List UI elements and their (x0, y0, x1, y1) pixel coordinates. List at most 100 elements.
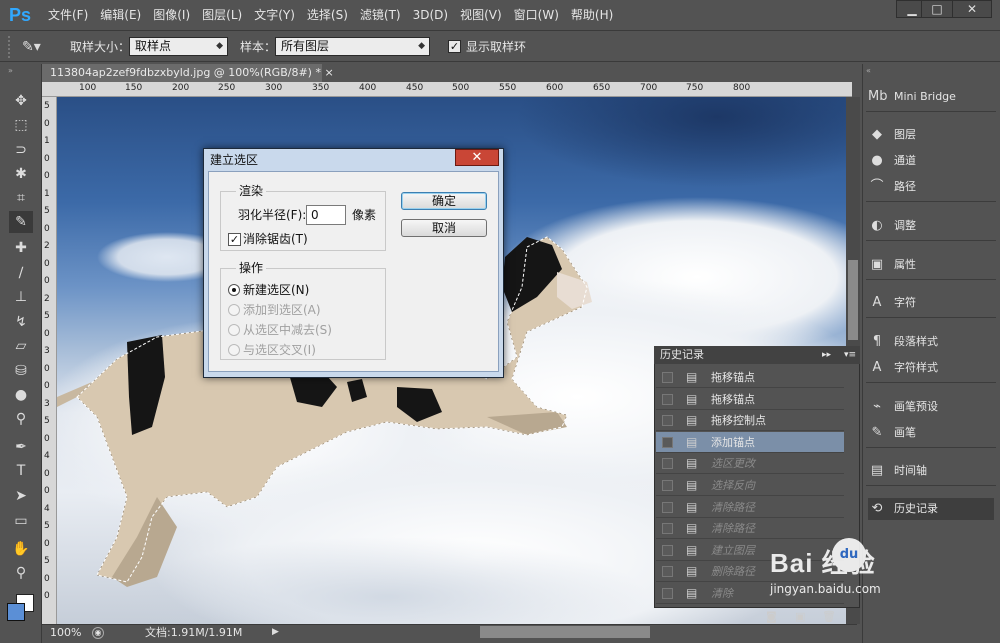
panel-button-timeline[interactable]: ▤ 时间轴 (868, 460, 994, 482)
brush-tool-icon[interactable]: ∕ (9, 262, 33, 284)
crop-tool-icon[interactable]: ⌗ (9, 187, 33, 209)
feather-label: 羽化半径(F): (238, 208, 307, 222)
path-selection-tool-icon[interactable]: ➤ (9, 485, 33, 507)
history-brush-tool-icon[interactable]: ↯ (9, 311, 33, 333)
panel-button-paragraph-styles[interactable]: ¶ 段落样式 (868, 331, 994, 353)
history-checkbox[interactable] (662, 544, 673, 556)
sample-select[interactable]: 所有图层 ◆ (275, 37, 430, 56)
operation-radio[interactable] (228, 304, 240, 316)
history-checkbox[interactable] (662, 480, 673, 491)
history-checkbox[interactable] (662, 566, 673, 578)
healing-brush-tool-icon[interactable]: ✚ (9, 237, 33, 259)
menu-item[interactable]: 文件(F) (42, 0, 94, 31)
history-snapshot-icon[interactable]: ◙ (766, 610, 777, 623)
status-info-icon[interactable]: ◉ (92, 627, 104, 639)
zoom-tool-icon[interactable]: ⚲ (9, 562, 33, 584)
panel-button-properties[interactable]: ▣ 属性 (868, 254, 994, 276)
type-tool-icon[interactable]: T (9, 460, 33, 482)
history-checkbox[interactable] (662, 372, 673, 383)
history-item[interactable]: ▤ 清除路径 (656, 497, 844, 518)
history-item[interactable]: ▤ 选区更改 (656, 453, 844, 475)
dock-collapse-icon[interactable]: « (866, 66, 871, 75)
vertical-scroll-thumb[interactable] (848, 260, 858, 340)
blur-tool-icon[interactable]: ● (9, 384, 33, 406)
menu-item[interactable]: 滤镜(T) (354, 0, 407, 31)
menu-item[interactable]: 3D(D) (407, 0, 454, 31)
menu-item[interactable]: 编辑(E) (94, 0, 147, 31)
history-panel-title[interactable]: 历史记录 (660, 346, 704, 364)
history-checkbox[interactable] (662, 501, 673, 513)
history-item[interactable]: ▤ 添加锚点 (656, 431, 844, 453)
lasso-tool-icon[interactable]: ⊃ (9, 139, 33, 161)
hand-tool-icon[interactable]: ✋ (9, 538, 33, 560)
panel-button-mini-bridge[interactable]: Mb Mini Bridge (868, 86, 994, 108)
zoom-level[interactable]: 100% (50, 624, 81, 642)
feather-radius-input[interactable]: 0 (306, 205, 346, 225)
collapse-icon[interactable]: ▸▸ (822, 346, 831, 364)
foreground-color-swatch[interactable] (7, 603, 25, 621)
panel-button-brush[interactable]: ✎ 画笔 (868, 422, 994, 444)
paint-bucket-tool-icon[interactable]: ⛁ (9, 360, 33, 382)
dodge-tool-icon[interactable]: ⚲ (9, 408, 33, 430)
history-checkbox[interactable] (662, 393, 673, 405)
rectangle-tool-icon[interactable]: ▭ (9, 510, 33, 532)
horizontal-scroll-thumb[interactable] (480, 626, 650, 638)
panel-button-character[interactable]: A 字符 (868, 292, 994, 314)
menu-item[interactable]: 帮助(H) (565, 0, 619, 31)
panel-button-layers[interactable]: ◆ 图层 (868, 124, 994, 146)
options-grip[interactable] (8, 36, 13, 58)
magic-wand-tool-icon[interactable]: ✱ (9, 163, 33, 185)
marquee-tool-icon[interactable]: ⬚ (9, 114, 33, 136)
eraser-tool-icon[interactable]: ▱ (9, 335, 33, 357)
move-tool-icon[interactable]: ✥ (9, 90, 33, 112)
close-window-button[interactable]: ✕ (952, 0, 992, 18)
toolbox-collapse-icon[interactable]: » (8, 66, 13, 75)
menu-item[interactable]: 图层(L) (196, 0, 248, 31)
panel-button-channels[interactable]: ● 通道 (868, 150, 994, 172)
history-checkbox[interactable] (662, 436, 673, 448)
history-state-icon: ▤ (686, 434, 698, 449)
panel-button-adjustments[interactable]: ◐ 调整 (868, 215, 994, 237)
history-delete-icon[interactable]: 🗑 (822, 610, 836, 623)
panel-button-brush-presets[interactable]: ⌁ 画笔预设 (868, 396, 994, 418)
history-item[interactable]: ▤ 拖移锚点 (656, 367, 844, 388)
history-item[interactable]: ▤ 清除路径 (656, 518, 844, 540)
menu-item[interactable]: 视图(V) (454, 0, 508, 31)
panel-menu-icon[interactable]: ▾≡ (844, 346, 856, 364)
sample-size-select[interactable]: 取样点 ◆ (129, 37, 228, 56)
history-new-document-icon[interactable]: ▣ (795, 610, 805, 623)
show-ring-checkbox[interactable]: ✓ (448, 40, 461, 53)
ruler-tick-label: 1 (44, 136, 50, 146)
panel-button-paths[interactable]: ⌒ 路径 (868, 176, 994, 198)
operation-radio[interactable] (228, 344, 240, 356)
menu-item[interactable]: 文字(Y) (248, 0, 301, 31)
eyedropper-preset-icon[interactable]: ✎▾ (22, 38, 46, 56)
maximize-button[interactable]: □ (921, 0, 953, 18)
operation-radio[interactable] (228, 324, 240, 336)
ok-button[interactable]: 确定 (401, 192, 487, 210)
pen-tool-icon[interactable]: ✒ (9, 436, 33, 458)
menu-item[interactable]: 选择(S) (301, 0, 354, 31)
panel-button-history[interactable]: ⟲ 历史记录 (868, 498, 994, 520)
antialias-checkbox[interactable]: ✓ (228, 233, 241, 246)
cancel-button[interactable]: 取消 (401, 219, 487, 237)
menu-item[interactable]: 窗口(W) (508, 0, 565, 31)
history-checkbox[interactable] (662, 415, 673, 427)
status-menu-arrow-icon[interactable]: ▶ (272, 627, 279, 637)
history-item[interactable]: ▤ 选择反向 (656, 475, 844, 496)
ruler-tick-label: 650 (593, 83, 611, 93)
document-tab[interactable]: 113804ap2zef9fdbzxbyld.jpg @ 100%(RGB/8#… (42, 64, 334, 82)
history-item[interactable]: ▤ 拖移锚点 (656, 389, 844, 410)
history-checkbox[interactable] (662, 458, 673, 470)
menu-items: 文件(F) 编辑(E) 图像(I) 图层(L) 文字(Y) 选择(S) 滤镜(T) 3D(D)… (42, 0, 619, 31)
history-checkbox[interactable] (662, 523, 673, 535)
menu-item[interactable]: 图像(I) (147, 0, 196, 31)
history-item[interactable]: ▤ 拖移控制点 (656, 410, 844, 432)
operation-radio[interactable] (228, 284, 240, 296)
clone-stamp-tool-icon[interactable]: ⊥ (9, 286, 33, 308)
panel-button-character-styles[interactable]: A 字符样式 (868, 357, 994, 379)
dialog-close-button[interactable]: ✕ (455, 149, 499, 166)
eyedropper-tool-icon[interactable]: ✎ (9, 211, 33, 233)
history-checkbox[interactable] (662, 588, 673, 599)
tab-close-icon[interactable]: × (324, 66, 333, 79)
